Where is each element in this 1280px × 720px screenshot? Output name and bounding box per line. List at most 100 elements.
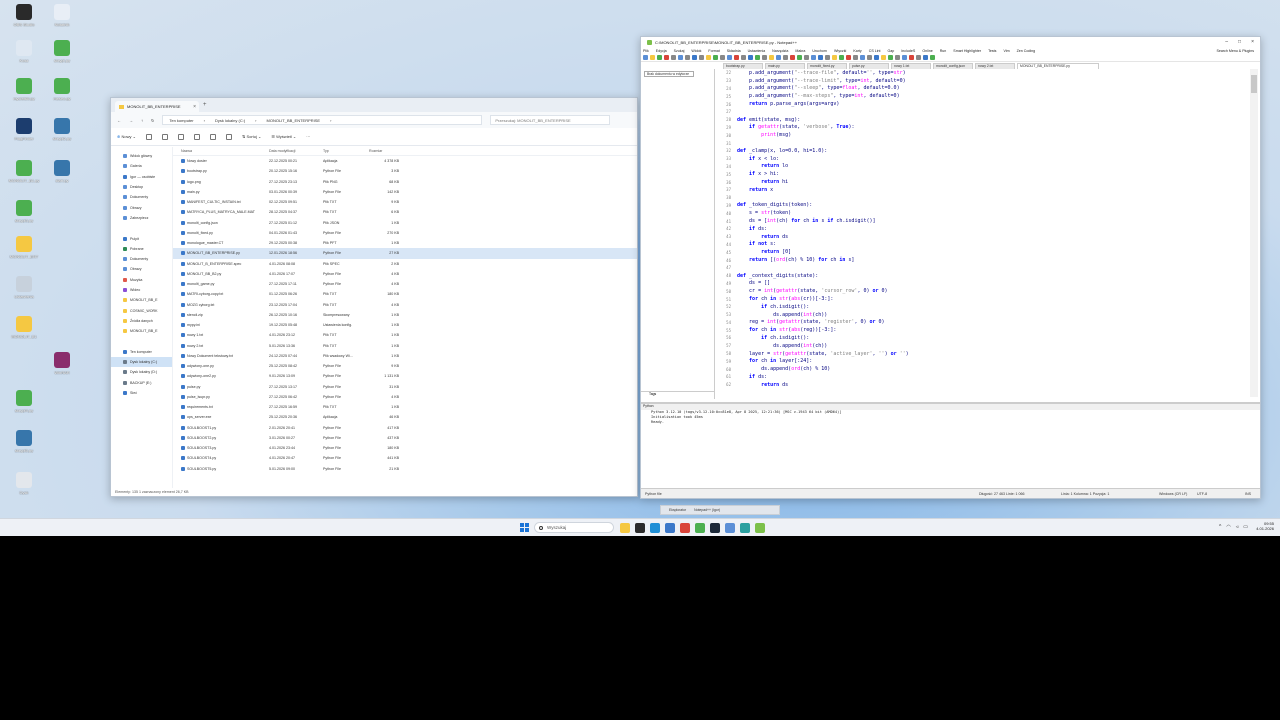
app-blue-icon[interactable] bbox=[725, 523, 735, 533]
file-row[interactable]: nowy 2.txt 5.01.2026 13:36 Plik TXT 1 KB bbox=[173, 341, 637, 351]
minimize-icon[interactable]: – bbox=[1225, 39, 1228, 45]
share-icon[interactable] bbox=[209, 133, 216, 140]
code-line[interactable]: 49 ds = [] bbox=[717, 280, 1248, 288]
code-line[interactable]: 35 if x > hi: bbox=[717, 170, 1248, 178]
toolbar-icon[interactable] bbox=[685, 55, 690, 60]
file-row[interactable]: pulse.py 27.12.2025 13:17 Python File 31 KB bbox=[173, 382, 637, 392]
close-tab-icon[interactable]: × bbox=[193, 104, 196, 110]
preview-item[interactable]: Eksplorator bbox=[669, 508, 686, 512]
code-line[interactable]: 28 def emit(state, msg): bbox=[717, 116, 1248, 124]
start-button[interactable] bbox=[520, 523, 529, 532]
up-icon[interactable]: ↑ bbox=[141, 118, 143, 123]
file-row[interactable]: MOZG cyborg.txt 23.12.2025 17:04 Plik TXT 4… bbox=[173, 300, 637, 310]
toolbar-icon[interactable] bbox=[734, 55, 739, 60]
chrome-dev-icon[interactable] bbox=[695, 523, 705, 533]
explorer-search-input[interactable]: Przeszukaj: MONOLIT_BB_ENTERPRISE bbox=[490, 115, 611, 125]
maximize-icon[interactable]: □ bbox=[1238, 39, 1241, 45]
desktop-icon[interactable]: skrypt3.py bbox=[2, 200, 46, 223]
app-teal-icon[interactable] bbox=[740, 523, 750, 533]
column-name[interactable]: Nazwa bbox=[173, 149, 269, 153]
nav-item[interactable]: Dokumenty bbox=[111, 254, 172, 264]
toolbar-icon[interactable] bbox=[748, 55, 753, 60]
chrome-icon[interactable] bbox=[680, 523, 690, 533]
code-line[interactable]: 31 bbox=[717, 139, 1248, 147]
new-button[interactable]: ⊕ Nowy ⌄ bbox=[117, 134, 136, 139]
desktop-icon[interactable]: MONOLIT_B1 bbox=[2, 316, 46, 339]
nav-item[interactable]: Pobrane bbox=[111, 244, 172, 254]
code-line[interactable]: 51 for ch in str(abs(cr))[-3:]: bbox=[717, 295, 1248, 303]
code-line[interactable]: 48 def _context_digits(state): bbox=[717, 272, 1248, 280]
code-line[interactable]: 27 bbox=[717, 108, 1248, 116]
menu-item[interactable]: Widok bbox=[691, 49, 701, 53]
clock[interactable]: 09:55 4.01.2026 bbox=[1256, 521, 1274, 531]
file-row[interactable]: requirements.txt 27.12.2025 16:59 Plik TXT… bbox=[173, 402, 637, 412]
menu-item[interactable]: Makra bbox=[795, 49, 805, 53]
paste-icon[interactable] bbox=[177, 133, 184, 140]
code-line[interactable]: 32 def _clamp(x, lo=0.0, hi=1.0): bbox=[717, 147, 1248, 155]
toolbar-icon[interactable] bbox=[643, 55, 648, 60]
file-row[interactable]: nowy 1.txt 4.01.2026 23:12 Plik TXT 1 KB bbox=[173, 330, 637, 340]
file-row[interactable]: monolit_fixed.py 04.01.2026 01:43 Python F… bbox=[173, 228, 637, 238]
desktop-icon[interactable]: Dysk bbox=[2, 472, 46, 495]
file-row[interactable]: MANIFEST_CULTIC_INSTAIN.txt 02.12.2025 09… bbox=[173, 197, 637, 207]
edge-icon[interactable] bbox=[650, 523, 660, 533]
toolbar-icon[interactable] bbox=[692, 55, 697, 60]
nav-item[interactable]: MONOLIT_BB_E bbox=[111, 326, 172, 336]
menu-item[interactable]: CS Lint bbox=[869, 49, 881, 53]
toolbar-icon[interactable] bbox=[846, 55, 851, 60]
file-row[interactable]: monolit_game.py 27.12.2025 17:11 Python Fi… bbox=[173, 279, 637, 289]
toolbar-icon[interactable] bbox=[727, 55, 732, 60]
toolbar-icon[interactable] bbox=[783, 55, 788, 60]
file-row[interactable]: stencil.zip 26.12.2025 10:16 Skompresowany… bbox=[173, 310, 637, 320]
code-line[interactable]: 44 if not s: bbox=[717, 241, 1248, 249]
toolbar-icon[interactable] bbox=[762, 55, 767, 60]
forward-icon[interactable]: → bbox=[129, 118, 133, 123]
toolbar-icon[interactable] bbox=[867, 55, 872, 60]
code-line[interactable]: 54 reg = int(getattr(state, 'register', … bbox=[717, 319, 1248, 327]
nav-item[interactable]: Obrazy bbox=[111, 264, 172, 274]
desktop-icon[interactable]: skrypt2.py bbox=[40, 118, 84, 141]
code-line[interactable]: 45 return [0] bbox=[717, 248, 1248, 256]
code-line[interactable]: 36 return hi bbox=[717, 178, 1248, 186]
code-line[interactable]: 60 ds.append(ord(ch) % 10) bbox=[717, 365, 1248, 373]
sort-button[interactable]: ⇅ Sortuj ⌄ bbox=[242, 134, 261, 139]
code-line[interactable]: 58 layer = str(getattr(state, 'active_la… bbox=[717, 350, 1248, 358]
toolbar-icon[interactable] bbox=[699, 55, 704, 60]
file-row[interactable]: logo.png 27.12.2025 23:13 Plik PNG 68 KB bbox=[173, 177, 637, 187]
nav-item[interactable]: COSMIC_WORK bbox=[111, 305, 172, 315]
explorer-tab[interactable]: MONOLIT_BB_ENTERPRISE × bbox=[115, 101, 199, 112]
copy-icon[interactable] bbox=[161, 133, 168, 140]
nav-item[interactable]: Wideo bbox=[111, 285, 172, 295]
breadcrumb-item[interactable]: Dysk lokalny (C:) bbox=[215, 118, 245, 123]
toolbar-icon[interactable] bbox=[657, 55, 662, 60]
desktop-icon[interactable]: skrypt.py bbox=[40, 40, 84, 63]
file-row[interactable]: monologue_master.CT 29.12.2025 00:38 Plik … bbox=[173, 238, 637, 248]
code-line[interactable]: 40 s = str(token) bbox=[717, 209, 1248, 217]
code-line[interactable]: 56 if ch.isdigit(): bbox=[717, 334, 1248, 342]
file-row[interactable]: SOULBOOST2.py 3.01.2026 00:27 Python File 4… bbox=[173, 433, 637, 443]
toolbar-icon[interactable] bbox=[881, 55, 886, 60]
menu-item[interactable]: Ustawienia bbox=[748, 49, 766, 53]
file-row[interactable]: monolit_config.json 27.12.2025 01:12 Plik … bbox=[173, 218, 637, 228]
battery-icon[interactable]: ▭ bbox=[1243, 524, 1248, 530]
toolbar-icon[interactable] bbox=[755, 55, 760, 60]
toolbar-icon[interactable] bbox=[790, 55, 795, 60]
code-line[interactable]: 25 p.add_argument("--max-steps", type=in… bbox=[717, 92, 1248, 100]
nav-item[interactable]: Dysk lokalny (C:) bbox=[111, 356, 172, 368]
new-tab-icon[interactable]: + bbox=[203, 102, 207, 108]
toolbar-icon[interactable] bbox=[818, 55, 823, 60]
menu-item[interactable]: Vim bbox=[1003, 49, 1009, 53]
file-row[interactable]: mypy.ini 19.12.2025 05:48 Ustawienia konfi… bbox=[173, 320, 637, 330]
nav-item[interactable]: Obrazy bbox=[111, 202, 172, 212]
back-icon[interactable]: ← bbox=[117, 118, 121, 123]
store-icon[interactable] bbox=[665, 523, 675, 533]
toolbar-icon[interactable] bbox=[825, 55, 830, 60]
file-row[interactable]: Nowy Dokument tekstowy.txt 24.12.2025 07:… bbox=[173, 351, 637, 361]
menu-item[interactable]: Wtyczki bbox=[834, 49, 846, 53]
toolbar-icon[interactable] bbox=[916, 55, 921, 60]
toolbar-icon[interactable] bbox=[895, 55, 900, 60]
toolbar-icon[interactable] bbox=[650, 55, 655, 60]
toolbar-icon[interactable] bbox=[741, 55, 746, 60]
code-line[interactable]: 62 return ds bbox=[717, 381, 1248, 389]
file-row[interactable]: SOULBOOST4.py 4.01.2026 20:47 Python File 4… bbox=[173, 453, 637, 463]
